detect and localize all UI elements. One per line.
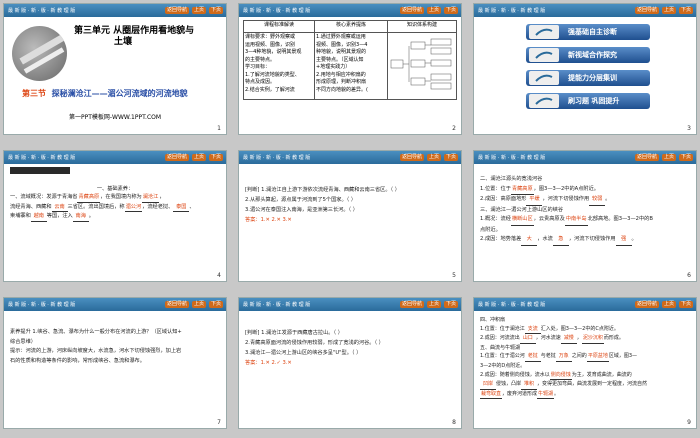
slide-header: 最 新 版 · 新 · 版 · 新 教 理 版 返回导航 上页 下页	[4, 298, 226, 311]
header-logo: 最 新 版 · 新 · 版 · 新 教 理 版	[478, 8, 546, 14]
nav-return-button[interactable]: 返回导航	[399, 301, 424, 308]
nav-prev-button[interactable]: 上页	[661, 154, 676, 161]
nav-prev-button[interactable]: 上页	[426, 7, 441, 14]
standard-cell: 课标要求：野外观察或 运用视频、图像，识别 3—4种地貌，说明其景观 的主要特点。 学习…	[242, 32, 316, 100]
header-logo: 最 新 版 · 新 · 版 · 新 教 理 版	[243, 8, 311, 14]
slide-thumbnail-8[interactable]: 最 新 版 · 新 · 版 · 新 教 理 版 返回导航 上页 下页 [判断] …	[238, 297, 462, 429]
slide-header: 最 新 版 · 新 · 版 · 新 教 理 版 返回导航 上页 下页	[4, 151, 226, 164]
table-header: 知识体系构建	[387, 20, 457, 33]
header-logo: 最 新 版 · 新 · 版 · 新 教 理 版	[8, 8, 76, 14]
slide-header: 最 新 版 · 新 · 版 · 新 教 理 版 返回导航 上页 下页	[474, 298, 696, 311]
nav-return-button[interactable]: 返回导航	[399, 7, 424, 14]
slide-number: 8	[452, 419, 456, 426]
nav-return-button[interactable]: 返回导航	[399, 154, 424, 161]
nav-prev-button[interactable]: 上页	[426, 301, 441, 308]
nav-next-button[interactable]: 下页	[443, 301, 458, 308]
unit-title: 第三单元 从圈层作用看地貌与 土壤	[74, 26, 195, 47]
section-badge: 强基础 自主诊断	[10, 167, 70, 184]
slide-thumbnail-1[interactable]: 最 新 版 · 新 · 版 · 新 教 理 版 返回导航 上页 下页 第三单元 …	[3, 3, 227, 135]
header-logo: 最 新 版 · 新 · 版 · 新 教 理 版	[478, 155, 546, 161]
swoosh-icon	[529, 48, 559, 62]
slide-body: 二、澜沧江源头的宽浅河谷 1.位置：位于青藏高原，图3—3—2中的A点附近。 2…	[480, 175, 690, 246]
slide-number: 3	[687, 125, 691, 132]
menu-item-exercises[interactable]: 刷习题 巩固提升	[526, 93, 650, 109]
slide-body: 一、基础素养： 一、流域概况：发源于青海省青藏高原，在我国境内称为澜沧江， 流经…	[10, 185, 220, 222]
nav-next-button[interactable]: 下页	[208, 7, 223, 14]
slide-header: 最 新 版 · 新 · 版 · 新 教 理 版 返回导航 上页 下页	[4, 4, 226, 17]
nav-prev-button[interactable]: 上页	[191, 7, 206, 14]
nav-next-button[interactable]: 下页	[443, 7, 458, 14]
nav-return-button[interactable]: 返回导航	[634, 301, 659, 308]
slide-body: [判断] 1.澜沧江发源于西藏唐古拉山。（ ） 2.青藏高原面河流的侵蚀作用较弱…	[245, 330, 384, 366]
menu-item-basics[interactable]: 强基础自主诊断	[526, 24, 650, 40]
table-header: 课程标准解读	[242, 20, 316, 33]
slide-number: 9	[687, 419, 691, 426]
section-title: 第三节 探秘澜沧江——湄公河流域的河流地貌	[22, 89, 188, 98]
nav-prev-button[interactable]: 上页	[191, 154, 206, 161]
curriculum-table: 课程标准解读 核心素养提炼 知识体系构建 课标要求：野外观察或 运用视频、图像，识…	[242, 20, 457, 100]
nav-prev-button[interactable]: 上页	[191, 301, 206, 308]
nav-next-button[interactable]: 下页	[678, 301, 693, 308]
menu-item-explore[interactable]: 新视域合作探究	[526, 47, 650, 63]
nav-next-button[interactable]: 下页	[208, 154, 223, 161]
slide-thumbnail-7[interactable]: 最 新 版 · 新 · 版 · 新 教 理 版 返回导航 上页 下页 素养提升 …	[3, 297, 227, 429]
slide-number: 6	[687, 272, 691, 279]
slide-number: 1	[217, 125, 221, 132]
slide-number: 2	[452, 125, 456, 132]
nav-next-button[interactable]: 下页	[208, 301, 223, 308]
menu-item-practice[interactable]: 提能力分层集训	[526, 70, 650, 86]
swoosh-icon	[529, 71, 559, 85]
header-logo: 最 新 版 · 新 · 版 · 新 教 理 版	[243, 302, 311, 308]
slide-number: 4	[217, 272, 221, 279]
slide-thumbnail-5[interactable]: 最 新 版 · 新 · 版 · 新 教 理 版 返回导航 上页 下页 [判断] …	[238, 150, 462, 282]
slide-number: 5	[452, 272, 456, 279]
landscape-image	[12, 26, 67, 81]
literacy-cell: 1.通过野外观察或运用 视频、图像，识别3—4 种地貌，说明其景观的 主要特点。（区域…	[314, 32, 388, 100]
nav-return-button[interactable]: 返回导航	[164, 7, 189, 14]
slide-number: 7	[217, 419, 221, 426]
slide-thumbnail-2[interactable]: 最 新 版 · 新 · 版 · 新 教 理 版 返回导航 上页 下页 课程标准解…	[238, 3, 462, 135]
slide-thumbnail-3[interactable]: 最 新 版 · 新 · 版 · 新 教 理 版 返回导航 上页 下页 强基础自主…	[473, 3, 697, 135]
nav-return-button[interactable]: 返回导航	[164, 154, 189, 161]
header-logo: 最 新 版 · 新 · 版 · 新 教 理 版	[478, 302, 546, 308]
slide-body: [判断] 1.澜沧江自上游下游依次流经青海、西藏和云南三省区。（ ） 2.从那头…	[245, 187, 400, 223]
nav-next-button[interactable]: 下页	[678, 154, 693, 161]
knowledge-tree-diagram	[390, 38, 452, 90]
slide-body: 素养提升 1.峡谷、急流、瀑布为什么一般分布在河流的上游？（区域认知+ 综合思维…	[10, 329, 182, 364]
table-header: 核心素养提炼	[314, 20, 388, 33]
nav-next-button[interactable]: 下页	[443, 154, 458, 161]
knowledge-diagram-cell	[387, 32, 457, 100]
slide-thumbnail-9[interactable]: 最 新 版 · 新 · 版 · 新 教 理 版 返回导航 上页 下页 四、冲积扇…	[473, 297, 697, 429]
nav-prev-button[interactable]: 上页	[661, 301, 676, 308]
nav-return-button[interactable]: 返回导航	[164, 301, 189, 308]
slide-header: 最 新 版 · 新 · 版 · 新 教 理 版 返回导航 上页 下页	[239, 4, 461, 17]
slide-header: 最 新 版 · 新 · 版 · 新 教 理 版 返回导航 上页 下页	[474, 4, 696, 17]
header-logo: 最 新 版 · 新 · 版 · 新 教 理 版	[8, 302, 76, 308]
nav-return-button[interactable]: 返回导航	[634, 7, 659, 14]
slide-thumbnail-6[interactable]: 最 新 版 · 新 · 版 · 新 教 理 版 返回导航 上页 下页 二、澜沧江…	[473, 150, 697, 282]
swoosh-icon	[529, 25, 559, 39]
nav-prev-button[interactable]: 上页	[661, 7, 676, 14]
swoosh-icon	[529, 94, 559, 108]
header-logo: 最 新 版 · 新 · 版 · 新 教 理 版	[8, 155, 76, 161]
nav-prev-button[interactable]: 上页	[426, 154, 441, 161]
header-logo: 最 新 版 · 新 · 版 · 新 教 理 版	[243, 155, 311, 161]
nav-return-button[interactable]: 返回导航	[634, 154, 659, 161]
slide-body: 四、冲积扇 1.位置：位于澜沧江 支流 汇入处，图3—3—2中的C点附近。 2.成因…	[480, 316, 690, 400]
slide-header: 最 新 版 · 新 · 版 · 新 教 理 版 返回导航 上页 下页	[239, 151, 461, 164]
slide-header: 最 新 版 · 新 · 版 · 新 教 理 版 返回导航 上页 下页	[239, 298, 461, 311]
slide-thumbnail-4[interactable]: 最 新 版 · 新 · 版 · 新 教 理 版 返回导航 上页 下页 强基础 自…	[3, 150, 227, 282]
nav-next-button[interactable]: 下页	[678, 7, 693, 14]
template-footer: 第一PPT模板网-WWW.1PPT.COM	[68, 114, 162, 121]
slide-header: 最 新 版 · 新 · 版 · 新 教 理 版 返回导航 上页 下页	[474, 151, 696, 164]
